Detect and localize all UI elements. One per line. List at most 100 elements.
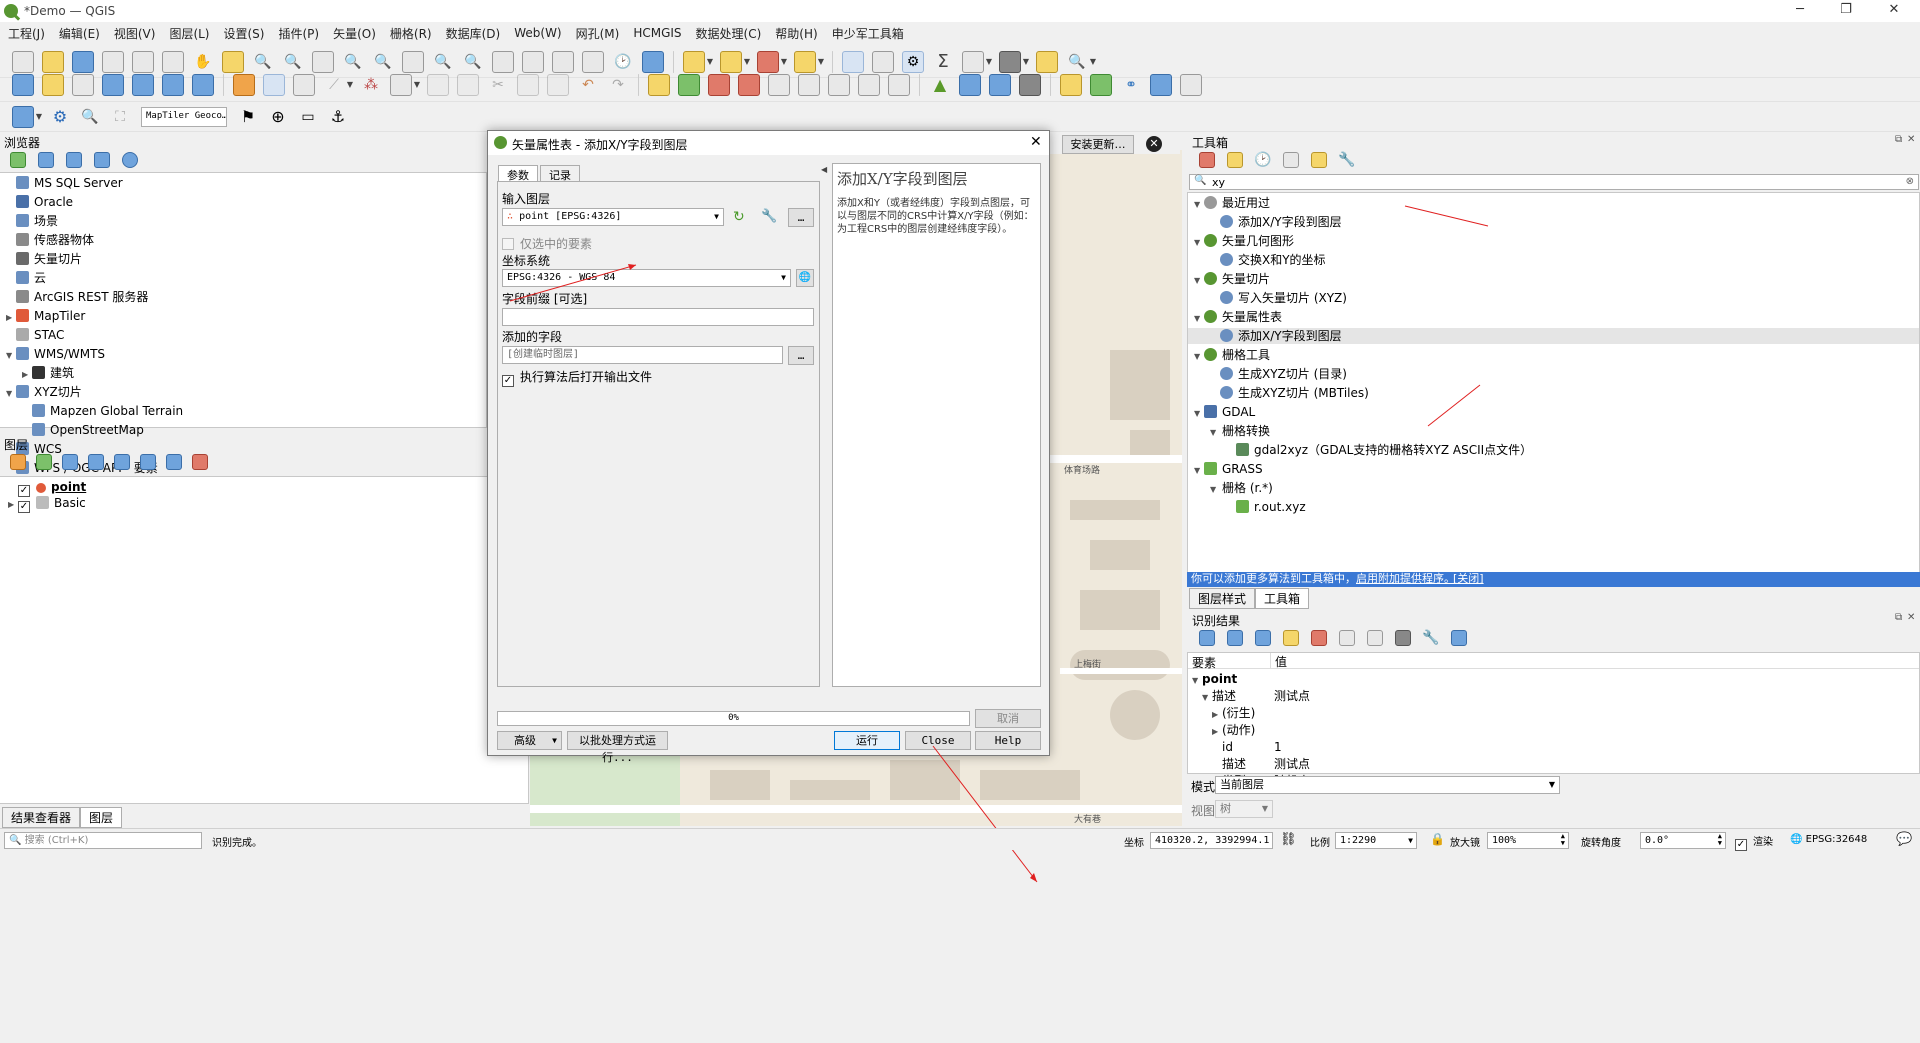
added-fields-output[interactable]: [创建临时图层] — [502, 346, 783, 364]
flag-icon[interactable]: ⚑ — [237, 106, 259, 128]
render-checkbox[interactable]: ✓ — [1735, 839, 1747, 851]
expand-arrow-icon[interactable]: ▶ — [8, 497, 18, 513]
menu-database[interactable]: 数据库(D) — [446, 25, 501, 42]
input-layer-select[interactable]: ∴ point [EPSG:4326] ▼ — [502, 208, 724, 226]
undo-icon[interactable]: ↶ — [577, 74, 599, 96]
expand-arrow-icon[interactable]: ▼ — [1194, 197, 1204, 213]
install-update-button[interactable]: 安装更新… — [1062, 135, 1134, 154]
identify-row[interactable]: id 1 — [1188, 739, 1919, 755]
expand-arrow-icon[interactable]: ▼ — [1194, 406, 1204, 422]
scripts-icon[interactable] — [1227, 152, 1243, 168]
browser-item[interactable]: Oracle — [6, 194, 73, 210]
collapse-help-icon[interactable]: ◀ — [821, 165, 827, 174]
cancel-button[interactable]: 取消 — [975, 709, 1041, 728]
browser-item[interactable]: 矢量切片 — [6, 251, 82, 267]
collapse-all-icon[interactable] — [94, 152, 110, 168]
identify-settings-icon[interactable]: 🔧 — [1422, 630, 1439, 646]
expand-arrow-icon[interactable]: ▶ — [6, 310, 16, 326]
filter-icon[interactable] — [66, 152, 82, 168]
toolbox-algorithm[interactable]: 交换X和Y的坐标 — [1188, 252, 1919, 268]
delete-selected-icon[interactable] — [427, 73, 449, 96]
locator-search[interactable]: 🔍 搜索 (Ctrl+K) — [4, 832, 202, 849]
prefix-input[interactable] — [502, 308, 814, 326]
expand-arrow-icon[interactable]: ▶ — [1212, 707, 1222, 723]
graph-plugin-icon[interactable]: ⚭ — [1120, 74, 1142, 96]
expand-arrow-icon[interactable]: ▶ — [1212, 724, 1222, 740]
menu-web[interactable]: Web(W) — [514, 26, 561, 40]
toolbox-algorithm[interactable]: ▼ 栅格转换 — [1188, 423, 1919, 439]
add-feature-icon[interactable]: ⟋ — [323, 74, 345, 96]
menu-mesh[interactable]: 网孔(M) — [576, 25, 620, 42]
input-layer-options-button[interactable]: … — [788, 208, 814, 227]
magnifier-spinbox[interactable]: 100% ▲ ▼ — [1487, 832, 1569, 849]
geocoder-input[interactable]: MapTiler Geoco… — [141, 106, 227, 127]
expand-all-icon[interactable] — [140, 454, 156, 470]
copy-icon[interactable] — [517, 73, 539, 96]
expand-arrow-icon[interactable]: ▼ — [1210, 425, 1220, 441]
redo-icon[interactable]: ↷ — [607, 74, 629, 96]
toggle-editing-icon[interactable] — [263, 73, 285, 96]
style-brush-icon[interactable] — [10, 454, 26, 470]
fullscreen-icon[interactable]: ⛶ — [109, 106, 131, 128]
browser-item[interactable]: ArcGIS REST 服务器 — [6, 289, 148, 305]
change-label-icon[interactable] — [858, 73, 880, 96]
toolbox-algorithm[interactable]: 写入矢量切片 (XYZ) — [1188, 290, 1919, 306]
menu-processing[interactable]: 数据处理(C) — [696, 25, 762, 42]
toolbox-algorithm[interactable]: gdal2xyz（GDAL支持的栅格转XYZ ASCII点文件） — [1188, 442, 1919, 458]
help-button[interactable]: Help — [975, 731, 1041, 750]
layer-diagram-icon[interactable] — [678, 73, 700, 96]
collapse-tree-icon[interactable] — [1255, 630, 1271, 646]
browser-item[interactable]: ▼ XYZ切片 — [6, 384, 82, 400]
layer-row-point[interactable]: ✓ point — [8, 479, 86, 497]
mode-select[interactable]: 当前图层 ▼ — [1215, 776, 1560, 794]
identify-help-icon[interactable] — [1451, 630, 1467, 646]
browser-item[interactable]: 传感器物体 — [6, 232, 94, 248]
collapse-all-layers-icon[interactable] — [166, 454, 182, 470]
menu-help[interactable]: 帮助(H) — [775, 25, 817, 42]
expand-tree-icon[interactable] — [1227, 630, 1243, 646]
menu-hcmgis[interactable]: HCMGIS — [633, 26, 681, 40]
info-icon[interactable] — [122, 152, 138, 168]
new-geopackage-icon[interactable] — [42, 73, 64, 96]
coordinate-field[interactable]: 410320.2, 3392994.1 — [1150, 832, 1273, 849]
results-icon[interactable] — [1283, 152, 1299, 168]
toolbox-group[interactable]: ▼ 矢量切片 — [1188, 271, 1919, 287]
expand-arrow-icon[interactable]: ▼ — [6, 348, 16, 364]
web-plugin-icon[interactable] — [989, 73, 1011, 96]
tab-layer-styling[interactable]: 图层样式 — [1189, 588, 1256, 609]
output-options-button[interactable]: … — [788, 346, 814, 365]
dropdown-arrow-icon[interactable]: ▼ — [35, 106, 43, 128]
save-edits-icon[interactable] — [293, 73, 315, 96]
close-info-link[interactable]: [关闭] — [1453, 572, 1484, 586]
menu-settings[interactable]: 设置(S) — [224, 25, 265, 42]
add-layer-icon[interactable] — [10, 152, 26, 168]
edit-features-icon[interactable] — [1311, 152, 1327, 168]
toolbox-group[interactable]: ▼ 最近用过 — [1188, 195, 1919, 211]
browser-item[interactable]: STAC — [6, 327, 64, 343]
anchor-icon[interactable]: ⚓ — [327, 106, 349, 128]
toolbox-group[interactable]: ▼ 矢量几何图形 — [1188, 233, 1919, 249]
refresh-browser-icon[interactable] — [38, 152, 54, 168]
close-notice-icon[interactable]: ✕ — [1146, 136, 1162, 152]
toolbox-group[interactable]: ▼ GRASS — [1188, 461, 1919, 477]
data-source-manager-icon[interactable] — [12, 73, 34, 96]
identify-row[interactable]: ▼ 描述 测试点 — [1188, 688, 1919, 704]
tab-layers[interactable]: 图层 — [80, 807, 123, 828]
render-toggle[interactable]: ✓ 渲染 — [1735, 833, 1773, 851]
menu-raster[interactable]: 栅格(R) — [390, 25, 432, 42]
label-toolbar-icon[interactable] — [648, 73, 670, 96]
add-group-icon[interactable] — [36, 454, 52, 470]
expand-arrow-icon[interactable]: ▼ — [1192, 673, 1202, 689]
layer-style-icon[interactable] — [12, 105, 34, 128]
show-hide-labels-icon[interactable] — [768, 73, 790, 96]
clear-search-icon[interactable]: ⊗ — [1906, 176, 1914, 187]
toolbox-algorithm[interactable]: 生成XYZ切片 (MBTiles) — [1188, 385, 1919, 401]
options-wrench-icon[interactable]: 🔧 — [1338, 152, 1355, 168]
tab-results-viewer[interactable]: 结果查看器 — [2, 807, 81, 828]
expand-arrow-icon[interactable]: ▼ — [1194, 463, 1204, 479]
crs-select[interactable]: EPSG:4326 - WGS 84 ▼ — [502, 269, 791, 287]
add-wms-icon[interactable] — [192, 73, 214, 96]
identify-row[interactable]: ▼ point — [1188, 671, 1919, 687]
identify-row[interactable]: ▶ (动作) — [1188, 722, 1919, 738]
new-shapefile-icon[interactable] — [72, 73, 94, 96]
